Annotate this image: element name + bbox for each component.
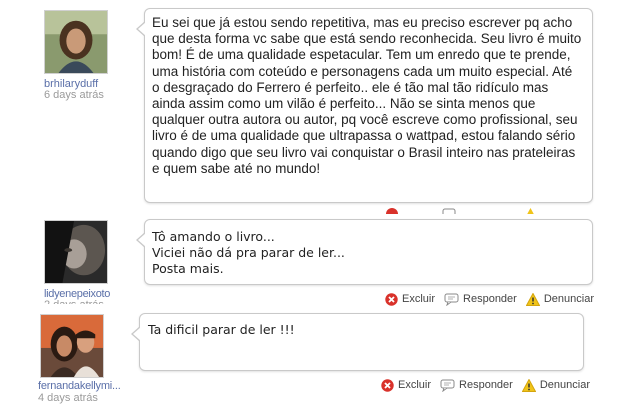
avatar[interactable] [44, 10, 108, 74]
report-button[interactable]: Denunciar [525, 292, 594, 306]
comment-actions-peek [386, 206, 586, 214]
reply-bubble-icon [440, 379, 455, 392]
username-link[interactable]: fernandakellymi... [38, 380, 121, 392]
delete-x-icon [381, 378, 394, 392]
reply-button[interactable]: Responder [444, 293, 517, 306]
reply-button[interactable]: Responder [440, 379, 513, 392]
comment-actions: Excluir Responder Denunciar [381, 377, 599, 393]
delete-label: Excluir [398, 379, 432, 391]
comment-bubble: Ta dificil parar de ler !!! [131, 313, 584, 371]
comment-timestamp: 6 days atrás [44, 89, 104, 101]
delete-button[interactable]: Excluir [385, 292, 436, 306]
comment-bubble: Eu sei que já estou sendo repetitiva, ma… [136, 8, 593, 203]
delete-x-icon [386, 208, 398, 214]
delete-button[interactable]: Excluir [381, 378, 432, 392]
comment-timestamp: 4 days atrás [38, 392, 98, 404]
avatar[interactable] [44, 220, 108, 284]
reply-label: Responder [459, 379, 513, 391]
report-label: Denunciar [543, 293, 594, 305]
comment-bubble: Tô amando o livro... Viciei não dá pra p… [136, 219, 593, 285]
comment-timestamp: 2 days atrás [44, 299, 104, 304]
report-label: Denunciar [539, 379, 590, 391]
reply-label: Responder [463, 293, 517, 305]
reply-bubble-icon [444, 293, 459, 306]
delete-label: Excluir [402, 293, 436, 305]
warning-triangle-icon [525, 292, 540, 306]
warning-triangle-icon [521, 378, 536, 392]
comment-actions: Excluir Responder Denunciar [385, 291, 603, 307]
reply-bubble-icon [442, 208, 456, 214]
comment-text: Tô amando o livro... Viciei não dá pra p… [152, 229, 345, 276]
report-button[interactable]: Denunciar [521, 378, 590, 392]
comment-text: Eu sei que já estou sendo repetitiva, ma… [152, 15, 582, 176]
avatar[interactable] [40, 314, 104, 378]
comment-text: Ta dificil parar de ler !!! [148, 322, 295, 337]
delete-x-icon [385, 292, 398, 306]
warning-triangle-icon [527, 208, 534, 214]
